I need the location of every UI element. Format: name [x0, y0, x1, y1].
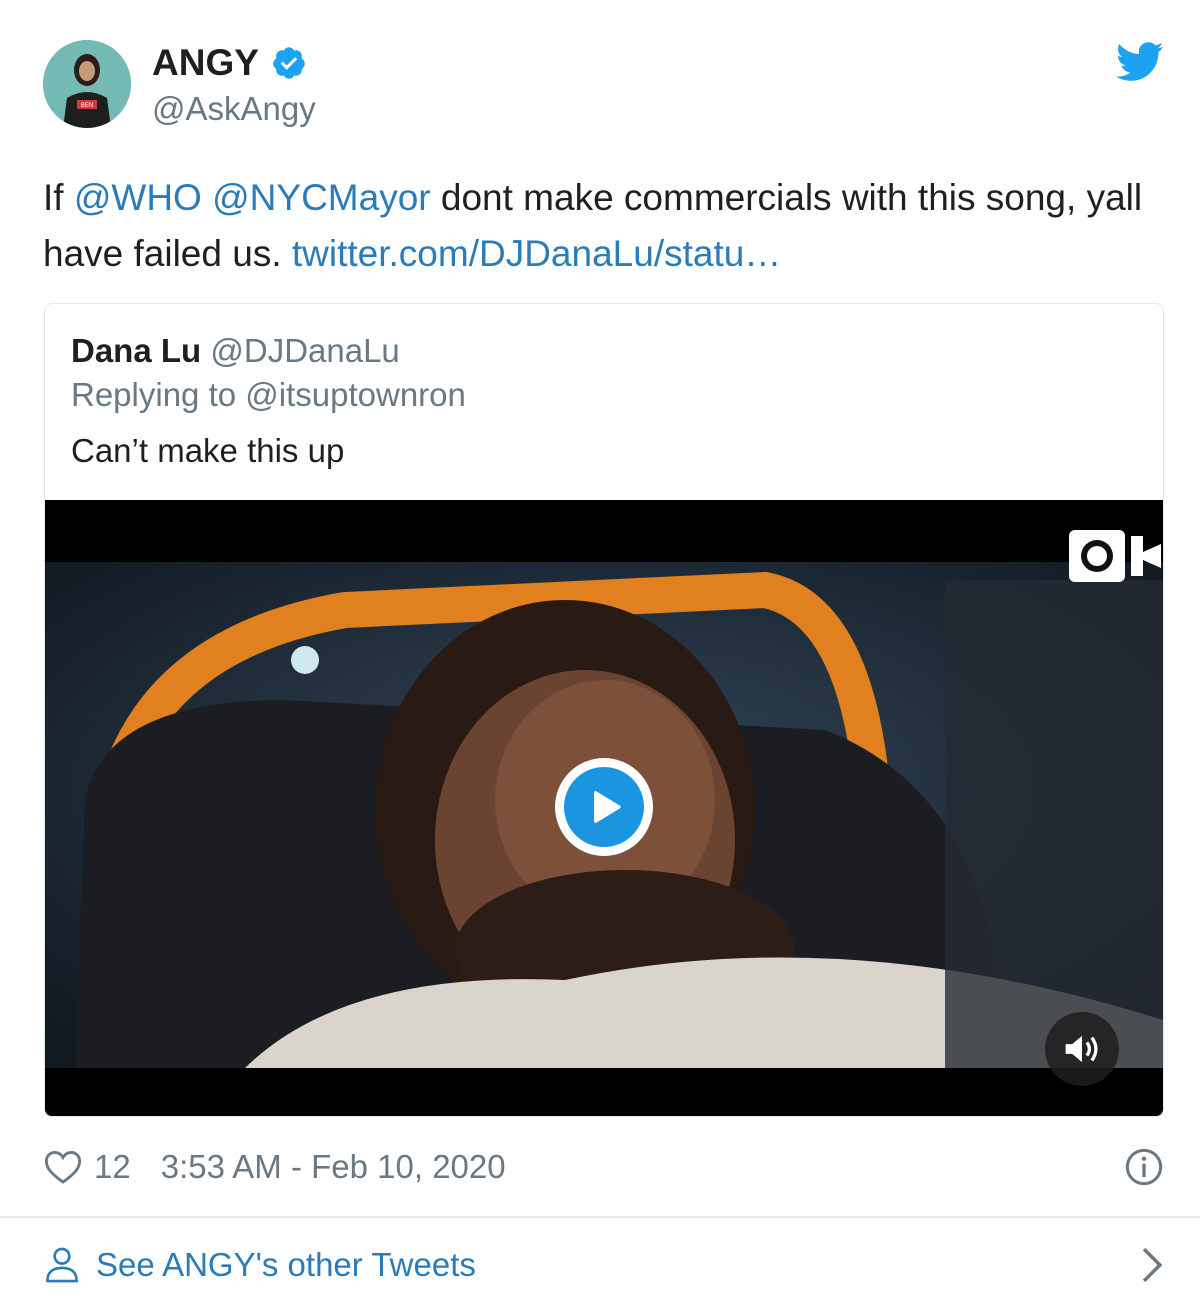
- author-name-row[interactable]: ANGY: [152, 40, 307, 86]
- quoted-tweet-header: Dana Lu @DJDanaLu: [71, 330, 400, 372]
- tweet-meta: 12 3:53 AM - Feb 10, 2020: [44, 1145, 1164, 1189]
- quoted-tweet-text: Can’t make this up: [71, 432, 345, 469]
- avatar-shirt-text: BEN: [81, 103, 93, 109]
- quoted-author-handle: @DJDanaLu: [210, 332, 400, 369]
- like-count[interactable]: 12: [94, 1148, 131, 1186]
- quoted-author-name: Dana Lu: [71, 332, 202, 369]
- avatar[interactable]: BEN: [43, 40, 131, 128]
- see-other-tweets-link[interactable]: See ANGY's other Tweets: [44, 1240, 1164, 1290]
- mention-nycmayor[interactable]: @NYCMayor: [212, 177, 430, 218]
- volume-button[interactable]: [1045, 1012, 1119, 1086]
- tweet-text: If @WHO @NYCMayor dont make commercials …: [43, 170, 1163, 282]
- tweet-timestamp[interactable]: 3:53 AM - Feb 10, 2020: [161, 1148, 506, 1186]
- verified-badge-icon: [273, 47, 305, 79]
- divider: [0, 1216, 1200, 1218]
- heart-icon[interactable]: [44, 1149, 82, 1185]
- volume-icon: [1065, 1035, 1098, 1063]
- tweet-text-space: [202, 177, 212, 218]
- see-other-tweets-label[interactable]: See ANGY's other Tweets: [96, 1246, 476, 1284]
- play-button[interactable]: [555, 758, 653, 856]
- video-player[interactable]: [45, 500, 1163, 1116]
- reply-context: Replying to @itsuptownron: [71, 376, 466, 413]
- info-icon[interactable]: [1124, 1147, 1164, 1187]
- play-button-circle: [564, 767, 644, 847]
- person-icon: [46, 1247, 78, 1283]
- author-name[interactable]: ANGY: [152, 40, 259, 86]
- author-handle[interactable]: @AskAngy: [152, 88, 316, 130]
- chevron-right-icon[interactable]: [1140, 1246, 1164, 1284]
- tweet-link[interactable]: twitter.com/DJDanaLu/statu…: [292, 233, 781, 274]
- quoted-tweet[interactable]: Dana Lu @DJDanaLu Replying to @itsuptown…: [44, 303, 1164, 1117]
- camera-icon: [1069, 530, 1161, 582]
- avatar-image: BEN: [43, 40, 131, 128]
- play-icon: [594, 791, 621, 823]
- mention-who[interactable]: @WHO: [74, 177, 202, 218]
- twitter-bird-icon[interactable]: [1116, 42, 1164, 82]
- tweet-text-prefix: If: [43, 177, 74, 218]
